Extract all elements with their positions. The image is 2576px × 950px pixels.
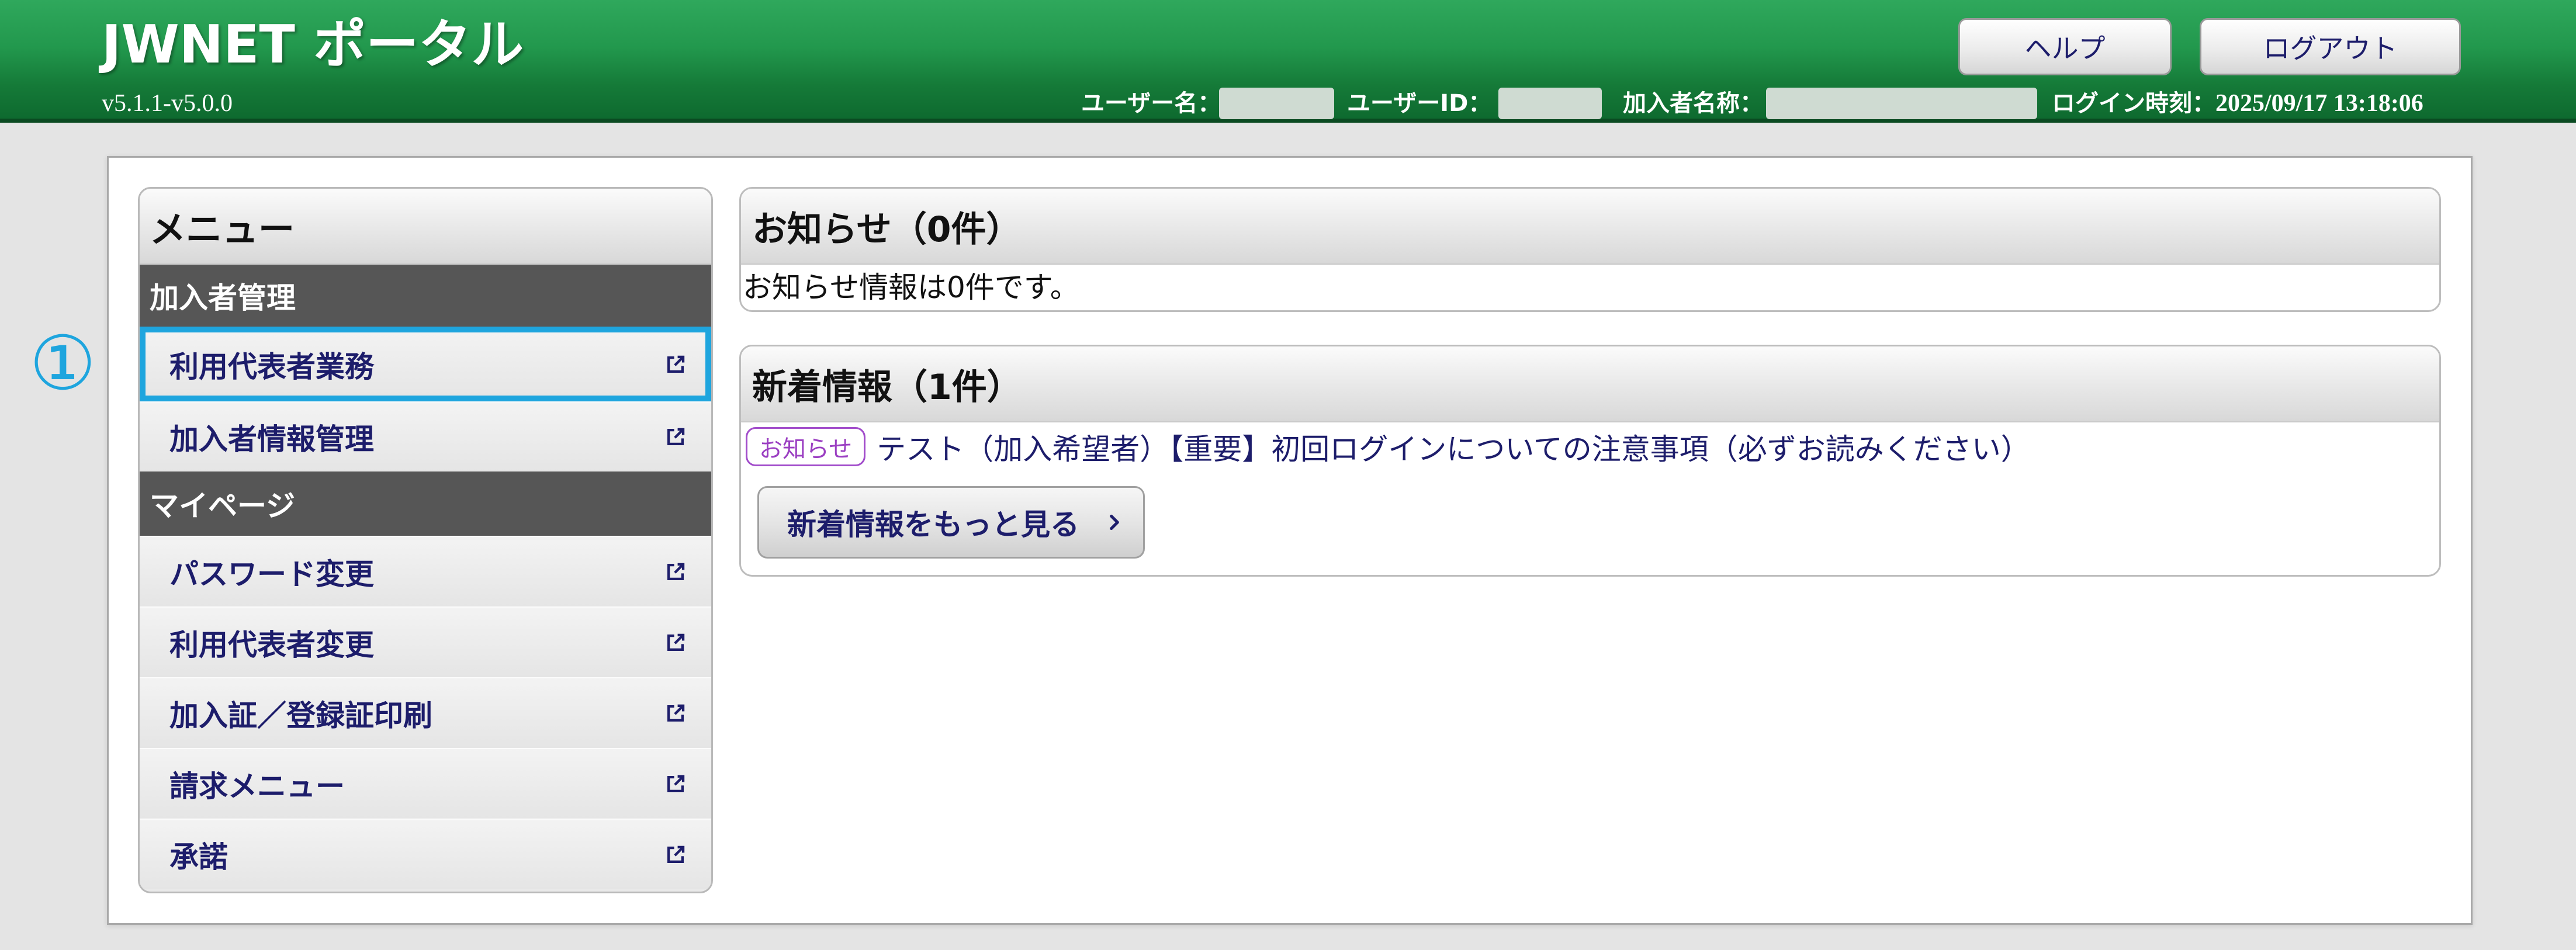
external-link-icon [667,633,685,651]
logout-button[interactable]: ログアウト [2200,18,2461,75]
menu-item-label: 利用代表者業務 [169,350,374,384]
menu-item-label: 請求メニュー [169,769,345,803]
menu-item-label: 利用代表者変更 [169,627,374,662]
news-body: お知らせ テスト（加入希望者）【重要】初回ログインについての注意事項（必ずお読み… [741,422,2439,559]
login-time: ログイン時刻： 2025/09/17 13:18:06 [2052,89,2423,118]
member-name-label: 加入者名称： [1623,90,1763,117]
login-time-value: 2025/09/17 13:18:06 [2215,90,2423,117]
user-name-label: ユーザー名： [1081,90,1221,117]
annotation-marker: ① [29,320,96,407]
more-news-label: 新着情報をもっと見る [787,508,1079,542]
menu-item-representative-change[interactable]: 利用代表者変更 [140,606,711,677]
redacted-member-name [1766,88,2037,119]
news-title: 新着情報（1件） [741,346,2439,422]
external-link-icon [667,845,685,863]
notices-empty-message: お知らせ情報は0件です。 [743,271,1079,304]
app-title: JWNET ポータル [102,14,524,75]
news-item: お知らせ テスト（加入希望者）【重要】初回ログインについての注意事項（必ずお読み… [746,427,2439,466]
side-menu: メニュー 加入者管理 利用代表者業務 加入者情報管理 マイページ パスワード変更… [138,187,713,893]
news-box: 新着情報（1件） お知らせ テスト（加入希望者）【重要】初回ログインについての注… [739,345,2441,577]
menu-item-label: 承諾 [169,840,228,874]
menu-title: メニュー [140,189,711,265]
main-panel: メニュー 加入者管理 利用代表者業務 加入者情報管理 マイページ パスワード変更… [107,156,2473,925]
external-link-icon [667,355,685,373]
menu-item-representative-tasks[interactable]: 利用代表者業務 [140,327,711,401]
app-header: JWNET ポータル v5.1.1-v5.0.0 ヘルプ ログアウト ユーザー名… [0,0,2576,123]
menu-item-label: 加入者情報管理 [169,422,374,456]
login-time-label: ログイン時刻： [2052,90,2215,117]
more-news-button[interactable]: 新着情報をもっと見る [757,486,1145,559]
menu-item-password-change[interactable]: パスワード変更 [140,536,711,606]
news-item-link[interactable]: テスト（加入希望者）【重要】初回ログインについての注意事項（必ずお読みください） [877,426,2030,468]
external-link-icon [667,704,685,722]
menu-item-consent[interactable]: 承諾 [140,819,711,889]
external-link-icon [667,775,685,792]
menu-item-member-info[interactable]: 加入者情報管理 [140,401,711,471]
notices-title: お知らせ（0件） [741,189,2439,265]
version-label: v5.1.1-v5.0.0 [102,90,233,117]
menu-section-my-page: マイページ [140,471,711,536]
menu-item-billing-menu[interactable]: 請求メニュー [140,748,711,819]
menu-item-certificate-print[interactable]: 加入証／登録証印刷 [140,677,711,748]
news-category-badge[interactable]: お知らせ [746,427,866,466]
chevron-right-icon [1110,514,1119,531]
menu-item-label: 加入証／登録証印刷 [169,698,432,733]
user-id-label: ユーザーID： [1347,90,1492,117]
menu-item-label: パスワード変更 [169,557,374,591]
notices-box: お知らせ（0件） お知らせ情報は0件です。 [739,187,2441,312]
external-link-icon [667,428,685,446]
redacted-user-name [1219,88,1334,119]
help-button[interactable]: ヘルプ [1958,18,2172,75]
menu-section-member-management: 加入者管理 [140,265,711,327]
external-link-icon [667,563,685,580]
redacted-user-id [1498,88,1602,119]
